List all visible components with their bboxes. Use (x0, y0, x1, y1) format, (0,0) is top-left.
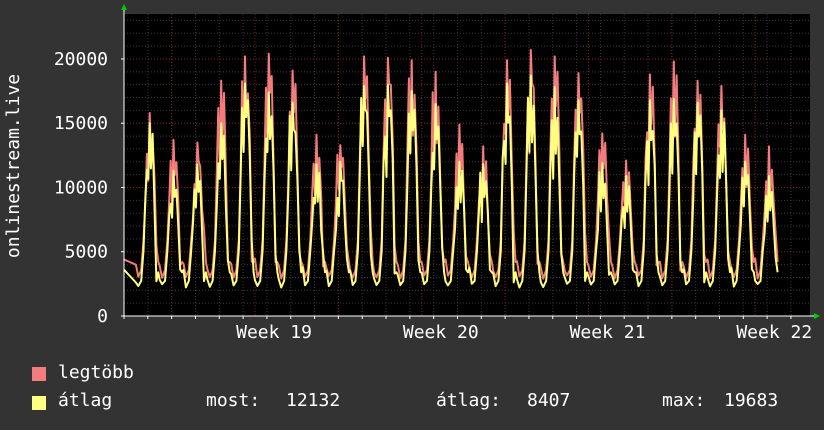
stat-atlag-label: átlag: (436, 390, 502, 411)
y-tick-label: 0 (97, 306, 108, 327)
y-tick-label: 15000 (54, 113, 108, 134)
y-tick-label: 10000 (54, 177, 108, 198)
x-tick-labels: Week 19 Week 20 Week 21 Week 22 (236, 322, 812, 343)
stat-max-value: 19683 (724, 390, 779, 411)
stat-max-label: max: (662, 390, 706, 411)
x-tick-label: Week 21 (570, 322, 646, 343)
legend-swatch-atlag (32, 396, 46, 410)
x-tick-label: Week 22 (736, 322, 812, 343)
legend-label-legtobb: legtöbb (58, 362, 134, 383)
y-tick-labels: 0 5000 10000 15000 20000 (54, 49, 108, 327)
y-axis-label: onlinestream.live (3, 74, 24, 258)
y-tick-label: 20000 (54, 49, 108, 70)
y-tick-label: 5000 (65, 242, 108, 263)
stat-most-label: most: (206, 390, 261, 411)
stat-most-value: 12132 (286, 390, 341, 411)
x-axis-arrow (814, 313, 820, 319)
legend-label-atlag: átlag (58, 390, 113, 411)
x-tick-label: Week 20 (403, 322, 479, 343)
y-axis-arrow (121, 4, 127, 10)
stat-atlag-value: 8407 (527, 390, 571, 411)
graph-root: 0 5000 10000 15000 20000 Week 19 Week 20 Week … (0, 0, 824, 430)
x-tick-label: Week 19 (236, 322, 312, 343)
legend-swatch-legtobb (32, 367, 46, 381)
